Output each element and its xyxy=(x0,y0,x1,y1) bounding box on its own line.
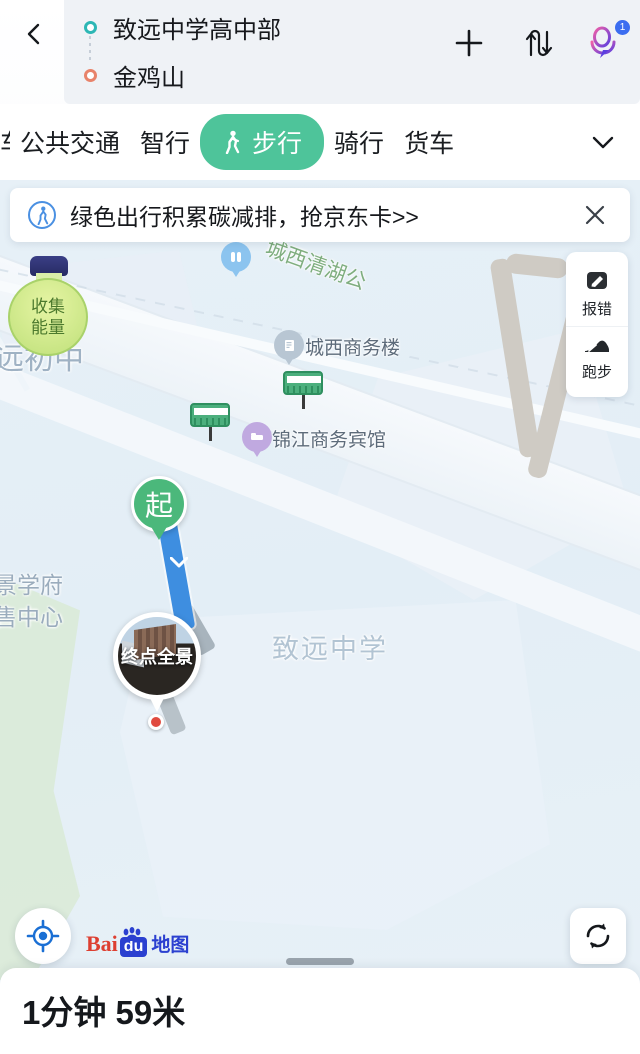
running-mode-button[interactable]: 跑步 xyxy=(566,326,628,389)
swap-arrows-icon xyxy=(525,29,553,57)
back-button[interactable] xyxy=(8,8,60,60)
route-start-text: 致远中学高中部 xyxy=(113,16,281,44)
map-label-zhiyuan-middle-school: 致远中学 xyxy=(272,634,388,664)
banner-text: 绿色出行积累碳减排，抢京东卡>> xyxy=(70,204,419,230)
running-mode-label: 跑步 xyxy=(581,364,612,381)
locate-me-button[interactable] xyxy=(15,908,71,964)
route-start-field[interactable]: 致远中学高中部 xyxy=(84,10,281,44)
tab-cycling[interactable]: 骑行 xyxy=(324,124,394,160)
refresh-icon xyxy=(586,923,610,949)
tab-walking-label: 步行 xyxy=(252,130,303,158)
panorama-label: 终点全景 xyxy=(121,647,193,667)
close-icon xyxy=(585,205,605,225)
banner-close-button[interactable] xyxy=(580,200,610,230)
swap-endpoints-button[interactable] xyxy=(516,22,558,64)
map-label-sales-center: 售中心 xyxy=(0,604,63,630)
map-label-jinjiang-business-hotel: 锦江商务宾馆 xyxy=(272,430,387,451)
start-marker-label: 起 xyxy=(144,490,173,521)
tab-smart-travel[interactable]: 智行 xyxy=(130,124,200,160)
chevron-down-icon xyxy=(592,136,614,149)
energy-label-line2: 能量 xyxy=(31,318,65,337)
plus-icon xyxy=(455,29,483,57)
voice-assistant-button[interactable]: 1 xyxy=(584,20,630,64)
map-label-jing-xuefu: 景学府 xyxy=(0,572,63,598)
locate-crosshair-icon xyxy=(26,919,60,953)
header-actions: 1 xyxy=(448,20,630,64)
tab-public-transit[interactable]: 公共交通 xyxy=(10,124,130,160)
collect-energy-bubble[interactable]: 收集 能量 xyxy=(6,256,90,356)
tab-walking[interactable]: 步行 xyxy=(200,114,325,170)
poi-pin-hotel-icon[interactable] xyxy=(242,422,272,458)
walking-icon xyxy=(225,130,240,154)
green-travel-banner[interactable]: 绿色出行积累碳减排，抢京东卡>> xyxy=(10,188,630,242)
map-road-sign-icon xyxy=(283,371,323,411)
refresh-route-button[interactable] xyxy=(570,908,626,964)
route-direction-arrow-icon xyxy=(169,556,189,568)
pencil-report-icon xyxy=(587,272,607,289)
map-label-chengxi-business-building: 城西商务楼 xyxy=(305,338,401,359)
poi-pin-business-building-icon[interactable] xyxy=(274,330,304,366)
report-error-label: 报错 xyxy=(581,301,612,318)
brand-bai-text: Bai xyxy=(86,931,118,956)
running-shoe-icon xyxy=(585,340,609,352)
brand-ditu-text: 地图 xyxy=(151,935,190,956)
add-waypoint-button[interactable] xyxy=(448,22,490,64)
baidu-maps-logo: Bai du 地图 xyxy=(86,927,190,957)
energy-label-line1: 收集 xyxy=(31,297,65,316)
pedestrian-crossing-pin-icon[interactable] xyxy=(221,242,251,278)
route-summary-text: 1分钟 59米 xyxy=(22,994,186,1031)
brand-du-text: du xyxy=(119,927,148,957)
route-end-field[interactable]: 金鸡山 xyxy=(84,58,185,92)
start-point-dot-icon xyxy=(84,20,97,34)
chevron-left-icon xyxy=(27,23,40,45)
map-tools-panel: 报错 跑步 xyxy=(566,252,628,397)
route-start-marker[interactable]: 起 xyxy=(131,476,187,542)
expand-modes-button[interactable] xyxy=(586,125,620,159)
travel-mode-tabs: 车 公共交通 智行 步行 骑行 货车 xyxy=(0,104,640,180)
end-point-dot-icon xyxy=(84,68,97,82)
report-error-button[interactable]: 报错 xyxy=(566,260,628,326)
tab-driving[interactable]: 车 xyxy=(0,124,10,160)
route-summary-sheet[interactable]: 1分钟 59米 xyxy=(0,968,640,1054)
sheet-drag-handle[interactable] xyxy=(286,958,354,965)
destination-panorama-thumbnail[interactable]: 终点全景 xyxy=(113,612,201,716)
map-footpath xyxy=(505,252,569,280)
baidu-paw-icon xyxy=(123,927,141,941)
route-end-marker[interactable] xyxy=(148,714,164,730)
walking-badge-icon xyxy=(28,201,56,229)
route-end-text: 金鸡山 xyxy=(113,64,185,92)
voice-assistant-badge: 1 xyxy=(615,20,630,35)
baidu-maps-walking-route-screen: 城西清湖公 城西商务楼 锦江商务宾馆 远初中 景学府 售中心 致远中学 起 终点… xyxy=(0,0,640,1054)
tab-truck[interactable]: 货车 xyxy=(394,124,464,160)
map-road-sign-icon xyxy=(190,403,230,443)
